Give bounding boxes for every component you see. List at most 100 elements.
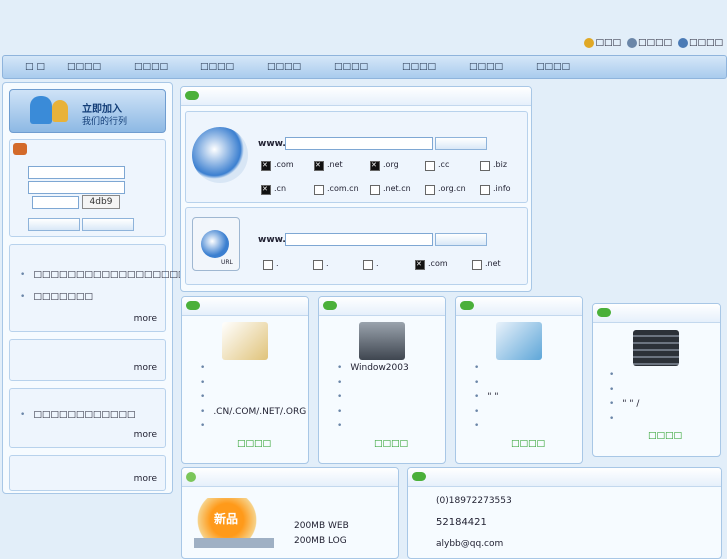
domain-ext-label: .org.cn xyxy=(438,184,466,193)
url-doc-icon: URL xyxy=(192,217,240,271)
username-input[interactable] xyxy=(28,166,125,179)
join-banner[interactable]: 立即加入 我们的行列 xyxy=(9,89,166,133)
www-label: www. xyxy=(258,139,286,149)
captcha-image[interactable]: 4db9 xyxy=(82,195,120,209)
news-box-1: □□□□□□□□□□□□□□□□□□□□□□ □□□□□□□ more xyxy=(9,244,220,332)
nav-item-8[interactable]: □□□□ xyxy=(469,62,503,72)
domain-checkbox[interactable] xyxy=(480,185,490,195)
url-label: URL xyxy=(221,259,233,266)
card-header xyxy=(593,304,720,323)
more-link[interactable]: more xyxy=(134,314,157,324)
domain-ext-label: . xyxy=(276,259,279,268)
more-link[interactable]: more xyxy=(134,430,157,440)
card-list-item xyxy=(609,370,622,380)
card-link[interactable]: □□□□ xyxy=(511,439,545,449)
product-card-2: Window2003 □□□□ xyxy=(318,296,446,464)
captcha-input[interactable] xyxy=(32,196,79,209)
new-tag-icon xyxy=(323,301,337,310)
card-list-item xyxy=(200,421,213,431)
card-list-item xyxy=(474,378,487,388)
domain-ext-label: .com.cn xyxy=(327,184,359,193)
domain-checkbox[interactable] xyxy=(261,161,271,171)
domain-ext-label: .com xyxy=(274,160,294,169)
card-list-item xyxy=(337,407,350,417)
nav-item-5[interactable]: □□□□ xyxy=(267,62,301,72)
card-list-item xyxy=(609,414,622,424)
domain-checkbox[interactable] xyxy=(313,260,323,270)
card-header xyxy=(319,297,445,316)
domain-checkbox[interactable] xyxy=(472,260,482,270)
card-list-item xyxy=(609,385,622,395)
top-links: □□□ □□□□ □□□□ xyxy=(584,38,723,48)
main-nav: □ □ □□□□ □□□□ □□□□ □□□□ □□□□ □□□□ □□□□ □… xyxy=(2,55,727,79)
top-link-2[interactable]: □□□□ xyxy=(626,38,672,48)
top-link-1[interactable]: □□□ xyxy=(584,38,621,48)
product-card-4: " " / □□□□ xyxy=(592,303,721,457)
card-list-item: Window2003 xyxy=(337,363,408,373)
www-label: www. xyxy=(258,235,286,245)
join-title: 立即加入 xyxy=(82,104,122,115)
card-link[interactable]: □□□□ xyxy=(648,431,682,441)
nav-item-home[interactable]: □ □ xyxy=(25,62,45,72)
domain-search-button[interactable] xyxy=(435,137,487,150)
password-input[interactable] xyxy=(28,181,125,194)
domain-checkbox[interactable] xyxy=(363,260,373,270)
domain-ext-label: .org xyxy=(383,160,399,169)
login-button[interactable] xyxy=(28,218,80,231)
switch-thumbnail xyxy=(633,330,679,366)
domain-checkbox[interactable] xyxy=(480,161,490,171)
user-icon xyxy=(52,100,68,122)
domain-ext-label: .info xyxy=(493,184,511,193)
join-subtitle: 我们的行列 xyxy=(82,117,128,127)
nav-item-3[interactable]: □□□□ xyxy=(134,62,168,72)
more-link[interactable]: more xyxy=(134,474,157,484)
new-badge-text: 新品 xyxy=(214,512,239,526)
promo-panel: 新品 200MB WEB 200MB LOG xyxy=(181,467,399,559)
office-thumbnail xyxy=(496,322,542,360)
more-link[interactable]: more xyxy=(134,363,157,373)
domain-ext-label: .biz xyxy=(493,160,508,169)
card-link[interactable]: □□□□ xyxy=(237,439,271,449)
domain-checkbox[interactable] xyxy=(415,260,425,270)
domain-input[interactable] xyxy=(285,137,433,150)
domain-checkbox[interactable] xyxy=(425,185,435,195)
card-list-item xyxy=(337,421,350,431)
promo-header xyxy=(182,468,398,487)
contact-email[interactable]: alybb@qq.com xyxy=(436,539,503,549)
domain-ext-label: .net xyxy=(327,160,343,169)
user-icon xyxy=(677,38,688,48)
arrow-icon xyxy=(186,472,196,482)
domain-ext-label: . xyxy=(376,259,379,268)
domain-checkbox[interactable] xyxy=(370,185,380,195)
nav-item-4[interactable]: □□□□ xyxy=(200,62,234,72)
new-tag-icon xyxy=(597,308,611,317)
server-thumbnail xyxy=(359,322,405,360)
domain-panel-header xyxy=(181,87,531,106)
domain-checkbox[interactable] xyxy=(261,185,271,195)
card-list-item xyxy=(200,392,213,402)
card-link[interactable]: □□□□ xyxy=(374,439,408,449)
list-item[interactable]: □□□□□□□□□□□□ xyxy=(20,410,135,420)
top-link-3[interactable]: □□□□ xyxy=(677,38,723,48)
list-item[interactable]: □□□□□□□ xyxy=(20,292,93,302)
register-button[interactable] xyxy=(82,218,134,231)
domain-checkbox[interactable] xyxy=(263,260,273,270)
domain-checkbox[interactable] xyxy=(314,161,324,171)
card-list-item xyxy=(200,363,213,373)
nav-item-2[interactable]: □□□□ xyxy=(67,62,101,72)
nav-item-7[interactable]: □□□□ xyxy=(402,62,436,72)
domain-search-button-2[interactable] xyxy=(435,233,487,246)
face-icon xyxy=(584,38,595,48)
domain-input-2[interactable] xyxy=(285,233,433,246)
domain-checkbox[interactable] xyxy=(314,185,324,195)
left-sidebar: 立即加入 我们的行列 4db9 □□□□□□□□□□□□□□□□□□□□□□ □… xyxy=(2,82,220,494)
gear-icon xyxy=(626,38,637,48)
news-box-4: more xyxy=(9,455,166,491)
nav-item-9[interactable]: □□□□ xyxy=(536,62,570,72)
domain-checkbox[interactable] xyxy=(370,161,380,171)
nav-item-6[interactable]: □□□□ xyxy=(334,62,368,72)
news-box-2: more xyxy=(9,339,166,381)
globe-icon xyxy=(201,230,229,258)
domain-checkbox[interactable] xyxy=(425,161,435,171)
login-box: 4db9 xyxy=(9,139,166,237)
